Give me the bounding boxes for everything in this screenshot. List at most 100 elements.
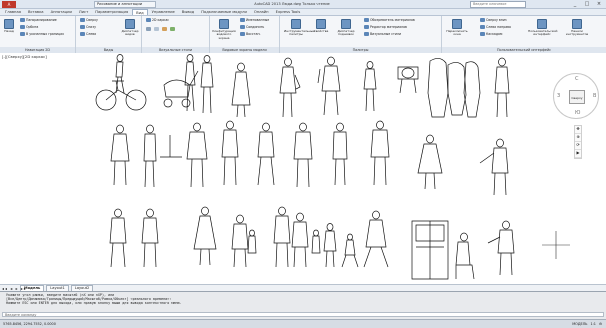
stroller-figure bbox=[163, 54, 199, 112]
man-suit-figure bbox=[110, 124, 130, 186]
south-label[interactable]: Ю bbox=[575, 110, 580, 116]
woman-bag-figure bbox=[279, 57, 301, 118]
view-top-button[interactable]: Сверху bbox=[80, 18, 98, 22]
viewcube[interactable]: С З В Ю Сверху bbox=[553, 73, 599, 119]
group-silhouettes-figure bbox=[427, 58, 481, 118]
person-silhouette-figure bbox=[363, 61, 377, 112]
status-toggles: МОДЕЛЬ 1:1 ⚙ bbox=[572, 322, 602, 326]
switch-windows-icon bbox=[452, 19, 462, 29]
cascade-button[interactable]: Каскадом bbox=[480, 32, 502, 36]
orbit-button[interactable]: Орбита bbox=[20, 25, 38, 29]
tab-layout[interactable]: Лист bbox=[76, 9, 91, 15]
worker-standing-figure bbox=[494, 57, 510, 118]
man-pointing-figure bbox=[479, 138, 509, 196]
properties-icon bbox=[316, 19, 326, 29]
search-input[interactable]: Введите ключевое bbox=[470, 1, 526, 8]
materials-editor-button[interactable]: Редактор материалов bbox=[364, 25, 407, 29]
orbit-icon[interactable]: ⟳ bbox=[575, 142, 581, 150]
crosshair-cursor bbox=[542, 231, 570, 259]
pan-button[interactable]: Панорамирование bbox=[20, 18, 57, 22]
workspace-gear-icon[interactable]: ⚙ bbox=[599, 322, 602, 326]
woman-dress-figure bbox=[193, 206, 217, 266]
command-line: Укажите угол рамки, введите масштаб (nX … bbox=[0, 291, 606, 319]
tab-view[interactable]: Вид bbox=[132, 9, 148, 15]
sheet-set-manager-button[interactable]: Диспетчер подшивок bbox=[334, 19, 358, 37]
panel-navigate-2d: Назад Панорамирование Орбита В указанных… bbox=[0, 16, 76, 53]
view-manager-icon bbox=[125, 19, 135, 29]
navigation-bar: ✥ ⊕ ⟳ ▶ bbox=[574, 125, 582, 159]
visual-styles-manager-button[interactable]: Визуальные стили bbox=[364, 32, 401, 36]
status-bar: 5765.8456, 2294.7552, 0.0000 МОДЕЛЬ 1:1 … bbox=[0, 319, 606, 328]
style-swatch-icon[interactable] bbox=[170, 27, 175, 31]
view-bottom-button[interactable]: Снизу bbox=[80, 25, 96, 29]
annotation-scale[interactable]: 1:1 bbox=[590, 322, 595, 326]
style-swatch-icon[interactable] bbox=[154, 27, 159, 31]
materials-editor-icon bbox=[364, 25, 369, 29]
tab-parametric[interactable]: Параметризация bbox=[92, 9, 131, 15]
viewport-config-button[interactable]: Конфигурация видового экрана bbox=[212, 19, 236, 40]
man-side-figure bbox=[332, 122, 348, 186]
user-interface-button[interactable]: Пользовательский интерфейс bbox=[528, 19, 557, 37]
woman-silhouette-figure bbox=[417, 134, 443, 190]
back-button[interactable]: Назад bbox=[1, 19, 17, 33]
view-bottom-icon bbox=[80, 25, 85, 29]
west-label[interactable]: З bbox=[557, 93, 560, 99]
zoom-icon bbox=[20, 32, 25, 36]
minimize-button[interactable]: _ bbox=[570, 1, 580, 8]
pan-icon[interactable]: ✥ bbox=[575, 126, 581, 134]
named-viewports-button[interactable]: Именованные bbox=[240, 18, 269, 22]
title-bar: A Рисование и аннотации AutoCAD 2013 Люд… bbox=[0, 0, 606, 9]
style-swatch-icon[interactable] bbox=[146, 27, 151, 31]
maximize-button[interactable]: □ bbox=[582, 1, 592, 8]
tab-online[interactable]: Онлайн bbox=[251, 9, 272, 15]
switch-windows-button[interactable]: Переключить окна bbox=[446, 19, 468, 37]
drawing-viewport[interactable]: [-][Сверху][2D каркас] С З В Ю Сверху ✥ … bbox=[0, 53, 606, 288]
family-group-figure bbox=[273, 206, 321, 268]
man-walking-figure bbox=[109, 208, 127, 268]
tool-palettes-button[interactable]: Инструментальные палитры bbox=[284, 19, 315, 37]
properties-button[interactable]: Свойства bbox=[312, 19, 330, 33]
style-swatch-icon[interactable] bbox=[162, 27, 167, 31]
model-space-toggle[interactable]: МОДЕЛЬ bbox=[572, 322, 587, 326]
panel-visual-styles: 2D каркас Визуальные стили bbox=[142, 16, 210, 53]
user-interface-icon bbox=[537, 19, 547, 29]
coordinates-readout: 5765.8456, 2294.7552, 0.0000 bbox=[3, 322, 56, 326]
tab-home[interactable]: Главная bbox=[2, 9, 24, 15]
tab-output[interactable]: Вывод bbox=[179, 9, 197, 15]
restore-viewports-button[interactable]: Восстан. bbox=[240, 32, 261, 36]
tab-express-tools[interactable]: Express Tools bbox=[273, 9, 304, 15]
zoom-icon[interactable]: ⊕ bbox=[575, 134, 581, 142]
view-left-button[interactable]: Слева bbox=[80, 32, 96, 36]
east-label[interactable]: В bbox=[593, 93, 596, 99]
tab-manage[interactable]: Управление bbox=[149, 9, 178, 15]
tile-horizontal-icon bbox=[480, 18, 485, 22]
man-backpack-figure bbox=[317, 56, 341, 116]
man-glasses-figure bbox=[257, 122, 275, 186]
tile-horizontal-button[interactable]: Сверху вниз bbox=[480, 18, 507, 22]
tab-annotate[interactable]: Аннотации bbox=[48, 9, 75, 15]
north-label[interactable]: С bbox=[575, 76, 579, 82]
join-viewports-button[interactable]: Соединить bbox=[240, 25, 264, 29]
tab-insert[interactable]: Вставка bbox=[25, 9, 47, 15]
command-input[interactable]: Введите команду bbox=[2, 312, 604, 317]
toolbars-button[interactable]: Панели инструментов bbox=[562, 19, 592, 37]
man-silhouette-figure bbox=[141, 208, 159, 268]
close-button[interactable]: × bbox=[594, 1, 604, 8]
man-profile-figure bbox=[143, 124, 157, 188]
application-menu-button[interactable]: A bbox=[2, 1, 16, 8]
tile-vertical-button[interactable]: Слева направо bbox=[480, 25, 511, 29]
walking-woman-figure bbox=[363, 210, 389, 268]
workspace-dropdown[interactable]: Рисование и аннотации bbox=[94, 1, 156, 8]
woman-coat-figure bbox=[231, 62, 251, 118]
panel-palettes: Инструментальные палитры Свойства Диспет… bbox=[280, 16, 442, 53]
view-manager-button[interactable]: Диспетчер видов bbox=[120, 19, 140, 37]
child-figure bbox=[323, 223, 337, 268]
showmotion-icon[interactable]: ▶ bbox=[575, 150, 581, 158]
materials-browser-button[interactable]: Обозреватель материалов bbox=[364, 18, 415, 22]
materials-browser-icon bbox=[364, 18, 369, 22]
visual-style-dropdown[interactable]: 2D каркас bbox=[146, 18, 169, 22]
zoom-extents-button[interactable]: В указанных границах bbox=[20, 32, 64, 36]
ribbon: Назад Панорамирование Орбита В указанных… bbox=[0, 16, 606, 53]
viewcube-face[interactable]: Сверху bbox=[569, 90, 585, 104]
tab-plugins[interactable]: Подключаемые модули bbox=[198, 9, 250, 15]
